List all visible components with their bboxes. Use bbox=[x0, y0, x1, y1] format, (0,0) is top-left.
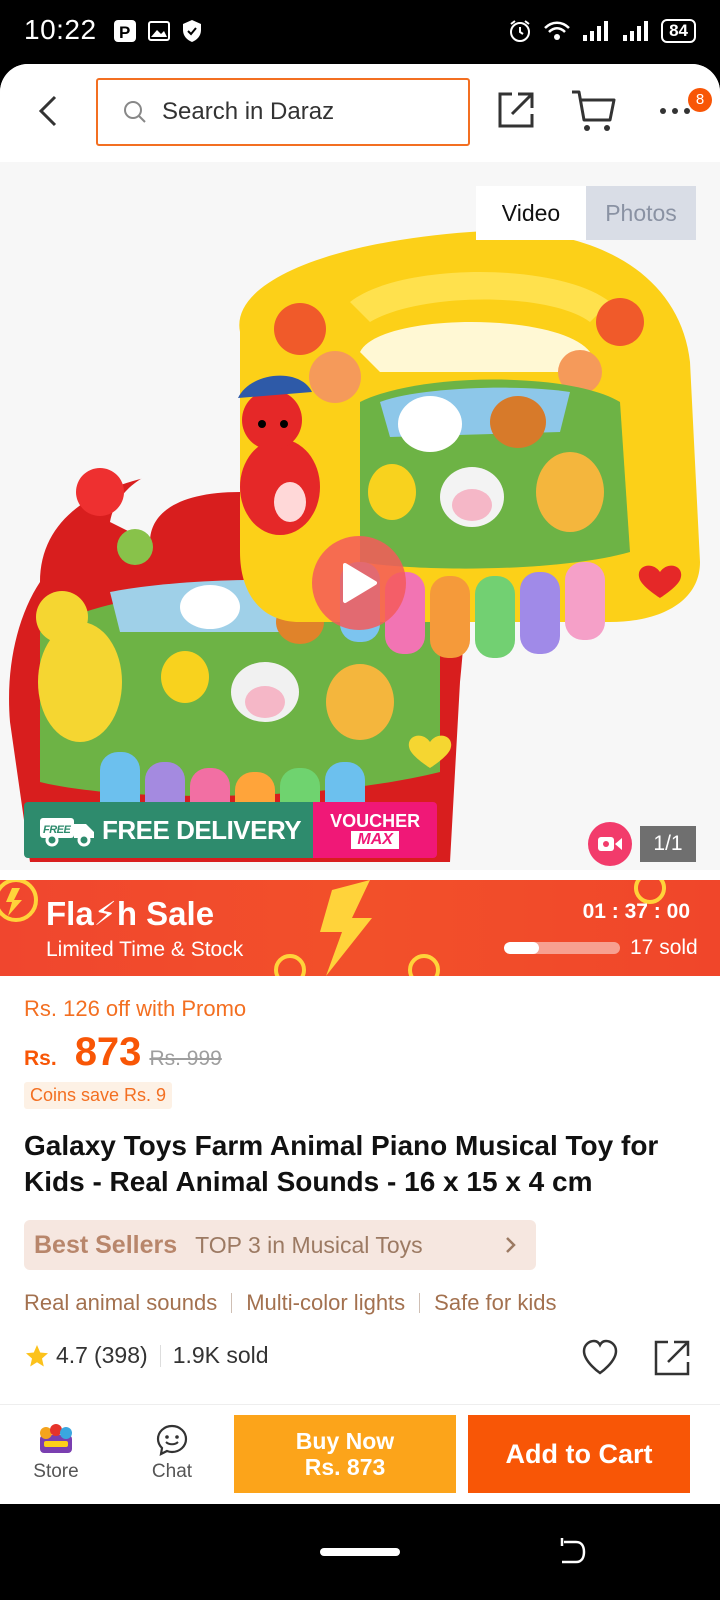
sold-count: 1.9K sold bbox=[172, 1342, 269, 1368]
bestseller-bar[interactable]: Best Sellers TOP 3 in Musical Toys bbox=[24, 1220, 536, 1270]
app-screen: Search in Daraz 8 Video Photos FREE FREE… bbox=[0, 64, 720, 1504]
divider bbox=[419, 1293, 421, 1313]
original-price: Rs. 999 bbox=[149, 1047, 222, 1070]
coins-badge: Coins save Rs. 9 bbox=[24, 1082, 173, 1109]
heart-icon bbox=[582, 1339, 618, 1375]
free-delivery-badge: FREE FREE DELIVERY bbox=[24, 802, 314, 858]
status-time: 10:22 bbox=[24, 14, 97, 45]
chevron-right-icon bbox=[506, 1237, 516, 1253]
divider bbox=[231, 1293, 233, 1313]
buy-now-button[interactable]: Buy Now Rs. 873 bbox=[234, 1415, 456, 1493]
flash-sale-title: Fla⚡h Sale bbox=[46, 895, 215, 932]
video-camera-icon bbox=[598, 837, 622, 851]
bottom-action-bar: Store Chat Buy Now Rs. 873 Add to Cart bbox=[0, 1404, 720, 1504]
media-tabs: Video Photos bbox=[476, 186, 696, 240]
flash-sale-sold: 17 sold bbox=[630, 936, 698, 959]
feature-item: Multi-color lights bbox=[246, 1290, 406, 1315]
bestseller-label: Best Sellers bbox=[34, 1230, 178, 1259]
chat-button[interactable]: Chat bbox=[140, 1423, 204, 1493]
divider bbox=[159, 1344, 161, 1367]
share-icon bbox=[498, 92, 534, 128]
signal-icon-2 bbox=[623, 21, 649, 41]
back-button[interactable] bbox=[24, 86, 74, 136]
status-system-icons: 84 bbox=[507, 18, 696, 44]
parking-icon: P bbox=[114, 20, 136, 42]
flash-sale-subtitle: Limited Time & Stock bbox=[46, 938, 244, 961]
video-indicator bbox=[588, 822, 632, 866]
free-tag-text: FREE bbox=[43, 824, 72, 836]
alarm-icon bbox=[510, 20, 531, 42]
back-gesture-icon[interactable] bbox=[558, 1534, 588, 1570]
buy-now-price: Rs. 873 bbox=[304, 1454, 386, 1480]
tab-photos[interactable]: Photos bbox=[586, 186, 696, 240]
shield-icon bbox=[183, 20, 201, 42]
signal-icon bbox=[583, 21, 609, 41]
price-row: Rs. 873 Rs. 999 bbox=[24, 1030, 222, 1075]
free-delivery-banner: FREE FREE DELIVERY VOUCHER MAX bbox=[24, 802, 438, 858]
svg-text:P: P bbox=[119, 23, 130, 42]
battery-icon: 84 bbox=[661, 19, 696, 43]
tab-video[interactable]: Video bbox=[476, 186, 586, 240]
search-icon bbox=[124, 101, 146, 123]
play-video-button[interactable] bbox=[312, 536, 406, 630]
play-icon bbox=[343, 563, 377, 603]
review-count: (398) bbox=[93, 1342, 148, 1368]
image-counter: 1/1 bbox=[640, 826, 696, 862]
store-label: Store bbox=[33, 1461, 79, 1482]
buy-now-label: Buy Now bbox=[295, 1428, 395, 1454]
wifi-icon bbox=[544, 21, 570, 40]
store-button[interactable]: Store bbox=[24, 1423, 88, 1493]
notification-badge: 8 bbox=[688, 88, 712, 112]
star-icon bbox=[26, 1344, 48, 1366]
status-notification-icons: P bbox=[112, 18, 204, 44]
share-product-button[interactable] bbox=[652, 1338, 692, 1378]
product-title: Galaxy Toys Farm Animal Piano Musical To… bbox=[24, 1130, 659, 1197]
system-nav-bar bbox=[0, 1504, 720, 1600]
promo-text: Rs. 126 off with Promo bbox=[24, 996, 247, 1021]
chevron-left-icon bbox=[38, 95, 57, 127]
header: Search in Daraz 8 bbox=[0, 64, 720, 162]
home-gesture-pill[interactable] bbox=[320, 1548, 400, 1556]
bestseller-rank: TOP 3 in Musical Toys bbox=[195, 1231, 423, 1258]
share-button[interactable] bbox=[494, 88, 540, 134]
voucher-max-label: MAX bbox=[351, 831, 399, 849]
delivery-truck-icon: FREE bbox=[40, 818, 94, 847]
feature-item: Safe for kids bbox=[434, 1290, 557, 1315]
search-placeholder: Search in Daraz bbox=[162, 98, 335, 125]
voucher-label: VOUCHER bbox=[330, 811, 421, 831]
product-image bbox=[9, 230, 700, 862]
price-currency: Rs. bbox=[24, 1047, 57, 1070]
cart-button[interactable] bbox=[570, 88, 620, 134]
price-value: 873 bbox=[74, 1030, 142, 1074]
rating-row[interactable]: 4.7 (398) 1.9K sold bbox=[24, 1342, 269, 1369]
gallery-icon bbox=[148, 21, 170, 41]
flash-sale-progress bbox=[504, 942, 620, 954]
flash-sale-timer: 01 : 37 : 00 bbox=[582, 900, 690, 923]
feature-item: Real animal sounds bbox=[24, 1290, 218, 1315]
search-input[interactable]: Search in Daraz bbox=[96, 78, 470, 146]
rating-value: 4.7 bbox=[56, 1342, 88, 1368]
add-to-cart-button[interactable]: Add to Cart bbox=[468, 1415, 690, 1493]
flash-sale-banner[interactable]: Fla⚡h Sale Limited Time & Stock 01 : 37 … bbox=[0, 880, 720, 976]
flash-sale-progress-fill bbox=[504, 942, 539, 954]
store-logo-icon bbox=[40, 1424, 72, 1453]
wishlist-button[interactable] bbox=[580, 1338, 620, 1378]
chat-icon bbox=[156, 1424, 188, 1456]
voucher-max-badge: VOUCHER MAX bbox=[313, 802, 438, 858]
chat-label: Chat bbox=[151, 1461, 193, 1482]
share-icon bbox=[654, 1340, 690, 1376]
feature-highlights: Real animal sounds Multi-color lights Sa… bbox=[24, 1290, 556, 1316]
status-bar: 10:22 P 84 bbox=[0, 0, 720, 64]
more-dots-icon bbox=[660, 108, 690, 114]
product-gallery[interactable]: Video Photos FREE FREE DELIVERY VOUCHER … bbox=[0, 162, 720, 870]
cart-icon bbox=[572, 90, 616, 131]
free-delivery-text: FREE DELIVERY bbox=[102, 814, 302, 845]
